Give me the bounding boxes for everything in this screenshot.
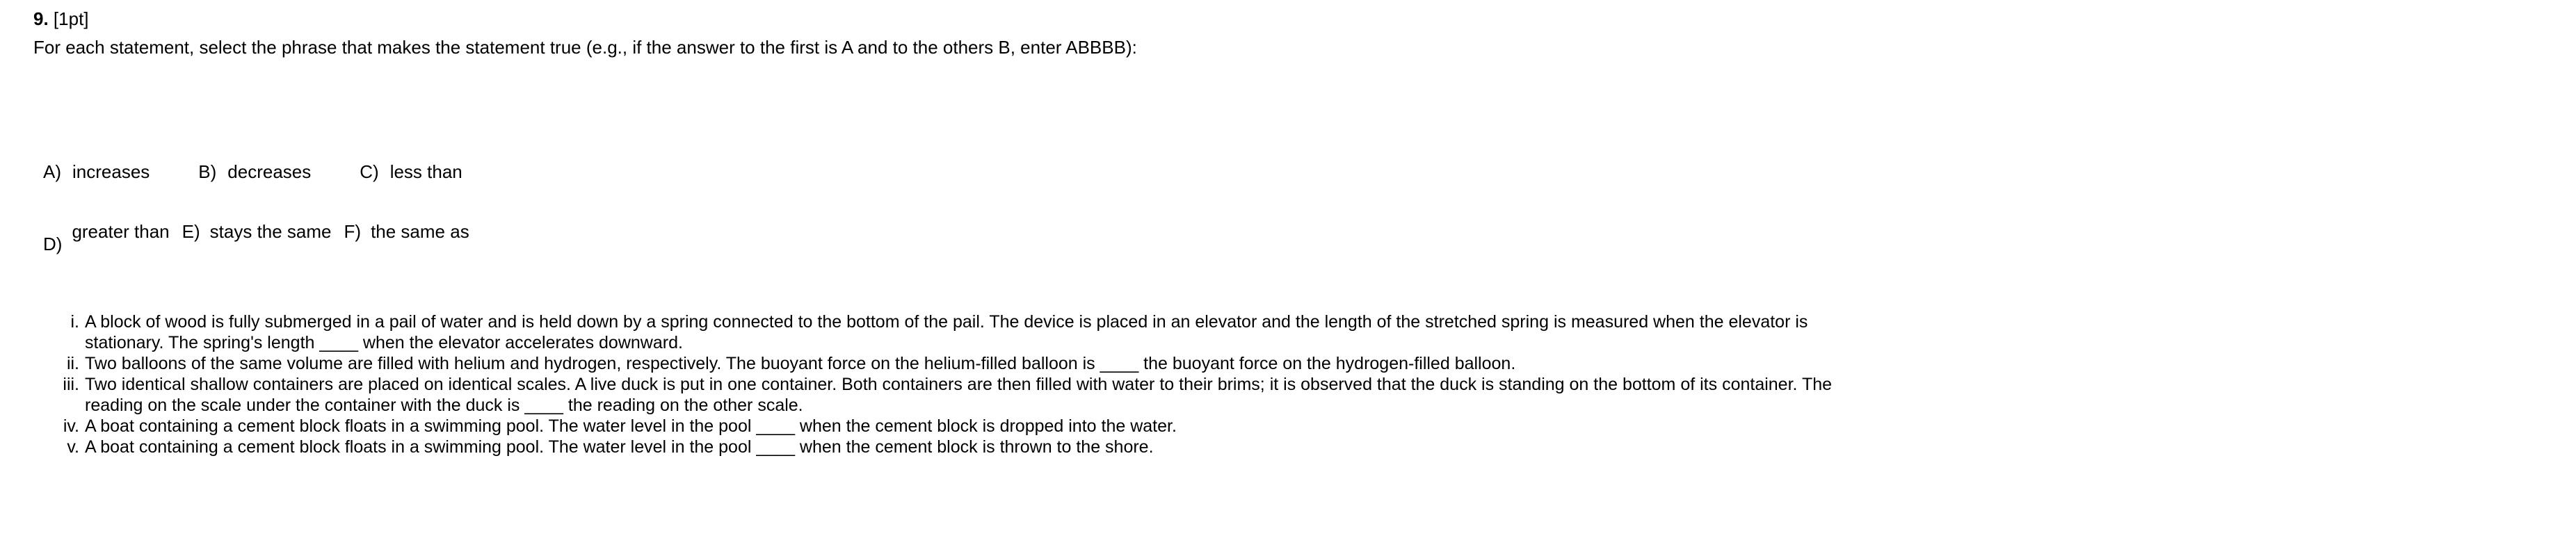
answer-options-row-1: A) increases B) decreases C) less than: [43, 161, 462, 182]
answer-option-f: F) the same as: [344, 221, 469, 242]
answer-option-e-letter: E): [182, 221, 200, 242]
statement-body: Two balloons of the same volume are fill…: [85, 353, 2559, 374]
statement-body: A boat containing a cement block floats …: [85, 416, 2559, 437]
statement-item: iii. Two identical shallow containers ar…: [56, 374, 2559, 416]
question-header: 9. [1pt]: [33, 8, 89, 29]
statement-line: A boat containing a cement block floats …: [85, 416, 1177, 436]
answer-option-c-letter: C): [360, 161, 379, 182]
answer-option-a: A) increases: [43, 161, 150, 182]
statement-item: iv. A boat containing a cement block flo…: [56, 416, 2559, 437]
question-instruction: For each statement, select the phrase th…: [33, 37, 1137, 58]
statement-marker: iv.: [63, 416, 79, 436]
answer-option-a-letter: A): [43, 161, 61, 182]
question-points: [1pt]: [53, 8, 89, 29]
statement-marker: iii.: [63, 375, 79, 394]
answer-option-d-text: greater than: [72, 221, 170, 242]
answer-option-e-text: stays the same: [209, 221, 332, 242]
statement-marker: ii.: [66, 354, 79, 373]
answer-option-b: B) decreases: [198, 161, 311, 182]
statement-body: Two identical shallow containers are pla…: [85, 374, 2559, 416]
statement-item: ii. Two balloons of the same volume are …: [56, 353, 2559, 374]
statement-line: Two identical shallow containers are pla…: [85, 375, 1833, 394]
answer-option-e: E) stays the same: [182, 221, 332, 242]
statement-body: A boat containing a cement block floats …: [85, 437, 2559, 457]
answer-option-f-letter: F): [344, 221, 362, 242]
answer-option-c-text: less than: [389, 161, 462, 182]
question-page: 9. [1pt] For each statement, select the …: [0, 0, 2576, 545]
answer-option-b-letter: B): [198, 161, 217, 182]
statement-marker: v.: [67, 437, 79, 457]
answer-options-row-2: D) greater than E) stays the same F) the sa…: [43, 221, 469, 254]
statement-line: reading on the scale under the container…: [85, 396, 803, 415]
statement-body: A block of wood is fully submerged in a …: [85, 311, 2559, 353]
statement-item: i. A block of wood is fully submerged in…: [56, 311, 2559, 353]
answer-option-a-text: increases: [72, 161, 150, 182]
statement-list: i. A block of wood is fully submerged in…: [56, 311, 2559, 457]
statement-line: Two balloons of the same volume are fill…: [85, 354, 1516, 373]
answer-option-f-text: the same as: [371, 221, 469, 242]
answer-option-b-text: decreases: [227, 161, 312, 182]
statement-line: A block of wood is fully submerged in a …: [85, 312, 1808, 332]
statement-marker: i.: [70, 312, 80, 332]
answer-option-c: C) less than: [360, 161, 462, 182]
statement-line: stationary. The spring's length ____ whe…: [85, 333, 683, 352]
statement-line: A boat containing a cement block floats …: [85, 437, 1154, 457]
statement-item: v. A boat containing a cement block floa…: [56, 437, 2559, 457]
question-number: 9.: [33, 8, 49, 29]
answer-option-d-letter: D): [43, 234, 63, 254]
answer-option-d: D) greater than: [43, 221, 170, 254]
